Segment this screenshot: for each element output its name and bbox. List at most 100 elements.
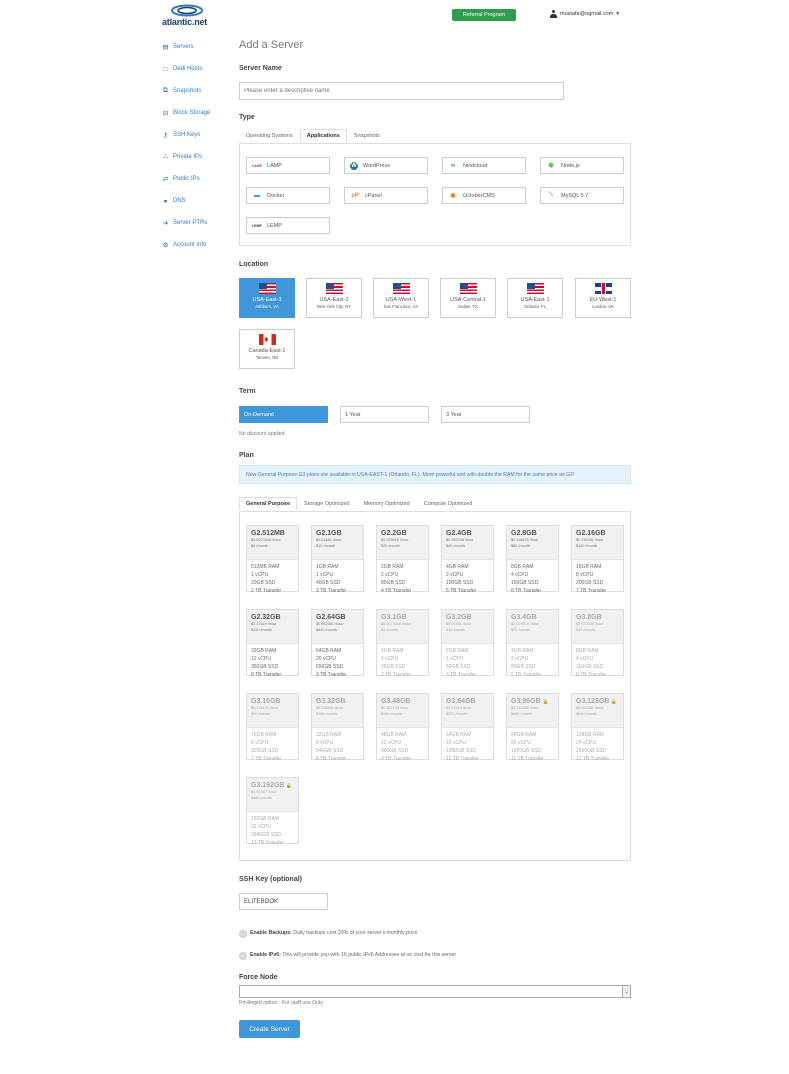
sidebar-item-ssh-keys[interactable]: ⚷ SSH Keys <box>162 130 200 140</box>
sidebar-item-private-ips[interactable]: ⛬ Private IPs <box>162 152 202 162</box>
plan-card[interactable]: G3.16GB $0.118476 /hour $80 /month 16GB RAM… <box>246 693 299 762</box>
location-usa-central-1[interactable]: USA-Central-1 Dallas, TX <box>440 278 496 318</box>
app-mysql[interactable]: ⟍ MySQL 5.7 <box>540 187 624 204</box>
plan-monthly-price: $5 /month <box>251 544 268 548</box>
plan-card[interactable]: G3.4GB $0.029619 /hour $20 /month 4GB RAM 2 … <box>506 609 559 679</box>
plan-card[interactable]: G2.512MB $0.0074048 /hour $5 /month 512MB R… <box>246 525 299 594</box>
tab-operating-systems[interactable]: Operating Systems <box>239 129 300 142</box>
location-usa-east-1[interactable]: USA-East-1 Orlando, FL <box>507 278 563 318</box>
app-wordpress[interactable]: W WordPress <box>344 157 428 174</box>
plan-card[interactable]: G2.32GB $0.47619 /hour $320 /month 32GB RAM… <box>246 609 299 678</box>
location-name: EU-West-1 <box>589 297 617 303</box>
app-nextcloud[interactable]: ∞ Nextcloud <box>442 157 526 174</box>
plan-ssd: 640GB SSD <box>316 748 344 754</box>
backups-checkbox[interactable] <box>239 930 247 938</box>
plan-ram: 32GB RAM <box>251 648 277 654</box>
tab-general-purpose[interactable]: General Purpose <box>239 497 298 510</box>
force-node-note: Privileged option - For staff use Only <box>239 1000 323 1006</box>
sidebar-item-block-storage[interactable]: ⊟ Block Storage <box>162 108 211 118</box>
sidebar-item-label: Block Storage <box>173 110 211 116</box>
app-octobercms[interactable]: ◉ OctoberCMS <box>442 187 526 204</box>
plan-ram: 1GB RAM <box>381 648 404 654</box>
user-menu[interactable]: mustafa@ogmail.com ▾ <box>550 10 619 18</box>
location-eu-west-1[interactable]: EU-West-1 London, UK <box>575 278 631 318</box>
app-docker[interactable]: ▬ Docker <box>246 187 330 204</box>
plan-ssd: 20GB SSD <box>251 580 276 586</box>
plan-hourly-price: $0.0074048 /hour <box>251 538 281 542</box>
location-canada-east-1[interactable]: Canada-East-1Toronto, ON <box>239 329 295 369</box>
app-lemp[interactable]: LEMP LEMP <box>246 217 330 234</box>
plan-name-text: G2.512MB <box>251 530 285 537</box>
plan-card[interactable]: G3.64GB $0.47619 /hour $320 /month 64GB RAM… <box>441 693 494 763</box>
sidebar-item-public-ips[interactable]: ⇄ Public IPs <box>162 174 200 184</box>
app-lamp[interactable]: LAMP LAMP <box>246 157 330 174</box>
location-usa-east-3[interactable]: USA-East-3 Ashburn, VA <box>239 278 295 318</box>
plan-name: G2.64GB <box>316 614 363 621</box>
app-cpanel[interactable]: cP cPanel <box>344 187 428 204</box>
plan-hourly-price: $0.952381 /hour <box>576 706 604 710</box>
server-name-input[interactable] <box>239 82 564 100</box>
plan-card[interactable]: G2.16GB $0.236951 /hour $160 /month 16GB RA… <box>571 525 624 594</box>
plan-card[interactable]: G3.128GB 🔒 $0.952381 /hour $640 /month 128G… <box>571 693 624 763</box>
tab-storage-optimized[interactable]: Storage Optimized <box>297 497 357 510</box>
term-1-year[interactable]: 1 Year <box>340 406 429 423</box>
plan-card[interactable]: G3.32GB $0.236951 /hour $160 /month 32GB RA… <box>311 693 364 762</box>
plan-header: G2.1GB $0.01481 /hour $10 /month <box>312 526 363 560</box>
plan-card[interactable]: G3.2GB $0.01481 /hour $10 /month 2GB RAM 1 v… <box>441 609 494 678</box>
create-server-button[interactable]: Create Server <box>239 1020 300 1038</box>
sidebar-item-dns[interactable]: ● DNS <box>162 196 186 206</box>
plan-card[interactable]: G3.48GB $0.357143 /hour $240 /month 48GB RA… <box>376 693 429 762</box>
plan-cpu: 8 vCPU <box>316 740 334 746</box>
plan-ram: 64GB RAM <box>316 648 342 654</box>
ssh-key-select[interactable]: ELITEBOOK <box>239 893 328 910</box>
location-usa-east-2[interactable]: USA-East-2 New York City, NY <box>306 278 362 318</box>
tab-snapshots[interactable]: Snapshots <box>347 129 387 142</box>
plan-name-text: G2.64GB <box>316 614 346 621</box>
plan-name: G2.1GB <box>316 530 363 537</box>
sidebar-item-snapshots[interactable]: ⧉ Snapshots <box>162 86 201 96</box>
tab-compute-optimized[interactable]: Compute Optimized <box>417 497 480 510</box>
sidebar-item-server-ptrs[interactable]: ➔ Server PTRs <box>162 218 208 228</box>
plan-specs: 64GB RAM 16 vCPU 1280GB SSD 10 TB Transfer <box>442 728 493 763</box>
plan-hourly-price: $0.236951 /hour <box>576 538 604 542</box>
plan-transfer: 5 TB Transfer <box>511 672 542 678</box>
plan-ram: 48GB RAM <box>381 732 407 738</box>
sidebar-item-account-info[interactable]: ⚙ Account Info <box>162 240 207 250</box>
plan-ssd: 150GB SSD <box>511 580 539 586</box>
ipv6-text: Enable IPv6: This will provide you with … <box>250 952 456 958</box>
plan-card[interactable]: G3.96GB 🔒 $0.714286 /hour $480 /month 96GB … <box>506 693 559 762</box>
plan-card[interactable]: G3.8GB $0.059238 /hour $40 /month 8GB RAM 4 … <box>571 609 624 678</box>
plan-header: G3.16GB $0.118476 /hour $80 /month <box>247 694 298 728</box>
plan-name: G3.64GB <box>446 698 493 705</box>
globe-icon: ● <box>163 197 168 205</box>
plan-card[interactable]: G2.64GB $0.952381 /hour $640 /month 64GB RA… <box>311 609 364 678</box>
location-usa-west-1[interactable]: USA-West-1 San Francisco, CA <box>373 278 429 318</box>
plan-monthly-price: $640 /month <box>576 712 598 716</box>
plan-card[interactable]: G3.1GB $0.0074048 /hour $5 /month 1GB RAM 1 … <box>376 609 429 678</box>
plan-header: G2.16GB $0.236951 /hour $160 /month <box>572 526 623 560</box>
location-city: Orlando, FL <box>523 304 547 309</box>
atlantic-logo[interactable]: atlantic.net <box>160 4 216 27</box>
plan-ssd: 25GB SSD <box>381 664 406 670</box>
app-nodejs[interactable]: ⬢ Node.js <box>540 157 624 174</box>
term-on-demand[interactable]: On-Demand <box>239 406 328 423</box>
sidebar-item-dedi-hosts[interactable]: □ Dedi Hosts <box>162 64 203 74</box>
ipv6-checkbox[interactable] <box>239 952 247 960</box>
plan-card[interactable]: G3.192GB 🔒 $1.42857 /hour $960 /month 192GB… <box>246 777 299 846</box>
plan-card[interactable]: G2.1GB $0.01481 /hour $10 /month 1GB RAM 1 v… <box>311 525 364 594</box>
plan-card[interactable]: G2.8GB $0.118476 /hour $80 /month 8GB RAM 4 … <box>506 525 559 594</box>
plan-name-text: G3.32GB <box>316 698 346 705</box>
plan-card[interactable]: G2.2GB $0.029619 /hour $20 /month 2GB RAM 2 … <box>376 525 429 594</box>
plan-specs: 128GB RAM 24 vCPU 2560GB SSD 12 TB Transfer <box>572 728 623 763</box>
canada-flag-icon <box>258 334 276 345</box>
force-node-select[interactable]: ⌄ <box>239 985 631 998</box>
plan-specs: 4GB RAM 2 vCPU 80GB SSD 5 TB Transfer <box>507 644 558 679</box>
plan-name-text: G3.16GB <box>251 698 281 705</box>
tab-memory-optimized[interactable]: Memory Optimized <box>357 497 417 510</box>
sidebar-item-servers[interactable]: ▤ Servers <box>162 42 193 52</box>
tab-applications[interactable]: Applications <box>299 129 347 142</box>
referral-program-button[interactable]: Referral Program <box>452 9 516 21</box>
plan-card[interactable]: G2.4GB $0.059238 /hour $40 /month 4GB RAM 2 … <box>441 525 494 594</box>
plan-cpu: 1 vCPU <box>381 656 399 662</box>
term-3-year[interactable]: 3 Year <box>441 406 530 423</box>
